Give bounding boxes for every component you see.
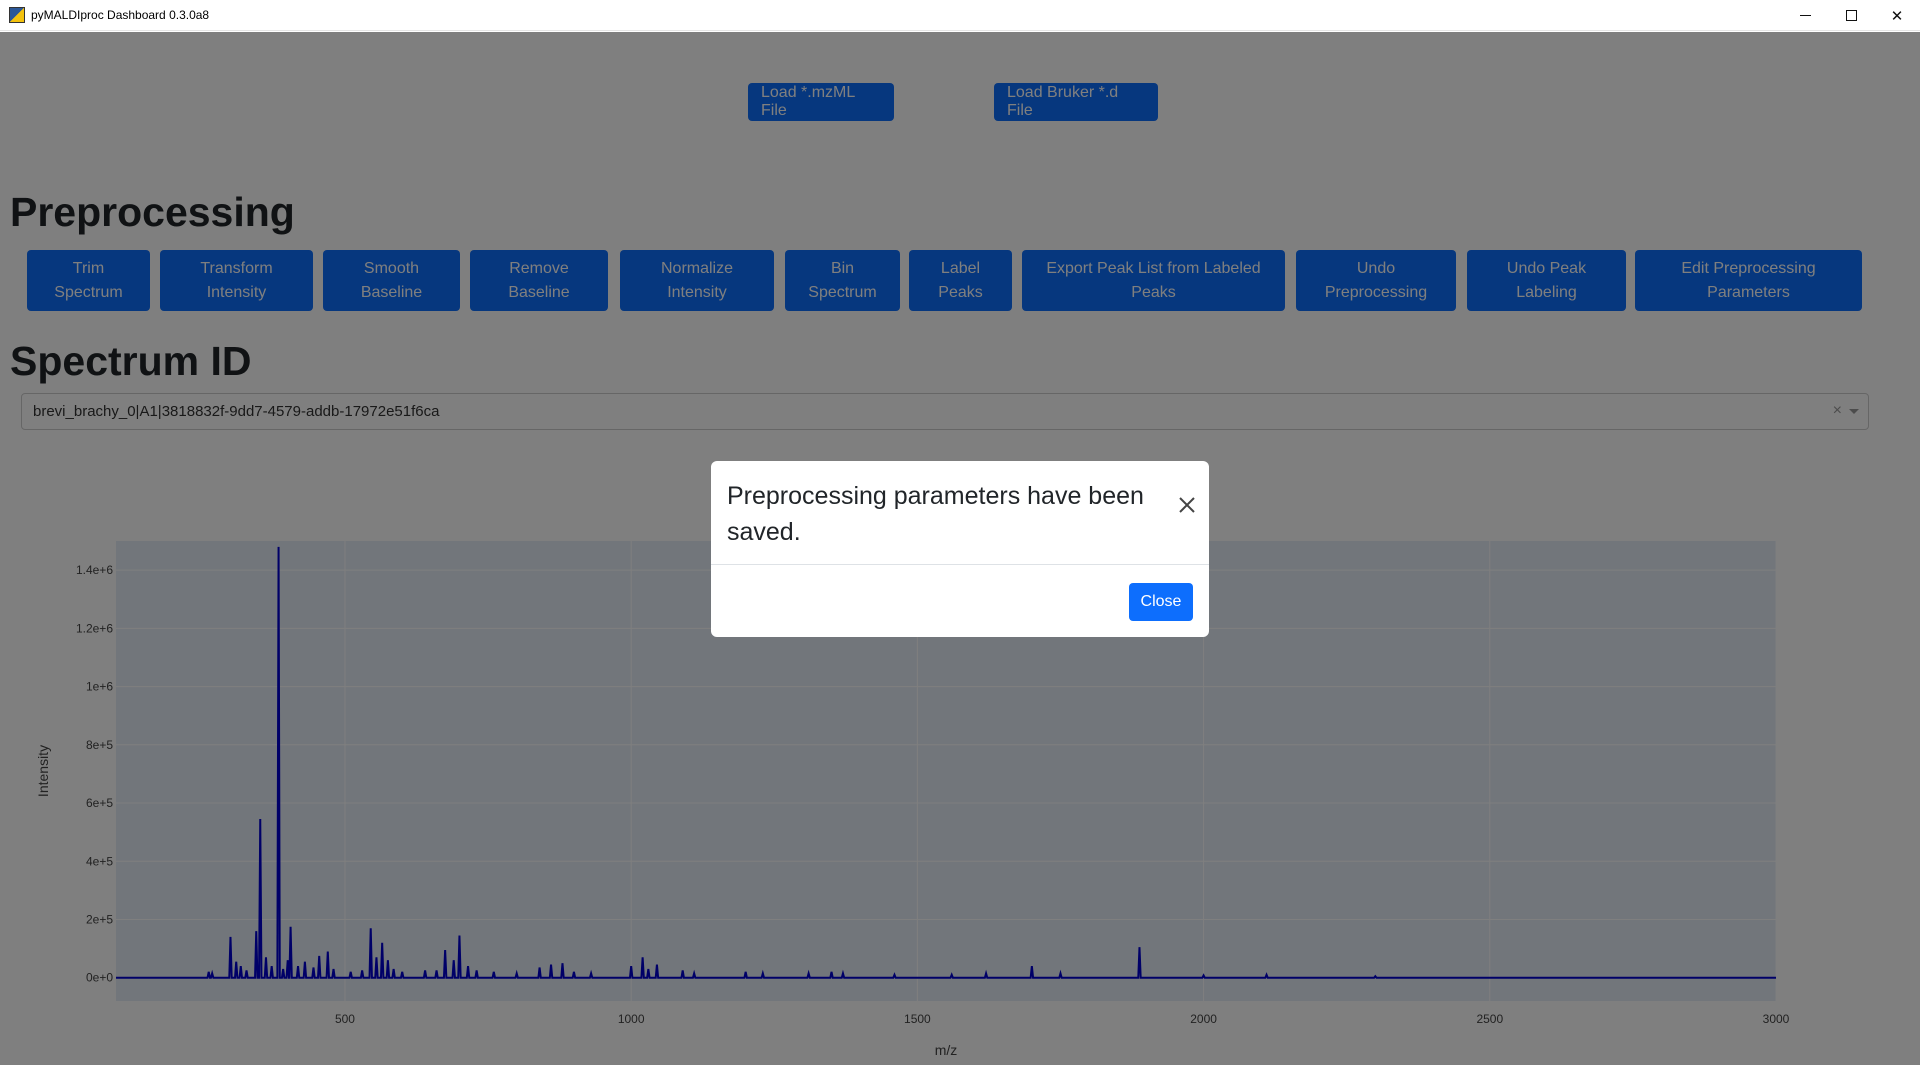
dialog-close-icon[interactable] bbox=[1177, 495, 1197, 515]
maximize-button[interactable] bbox=[1828, 0, 1874, 31]
window-title: pyMALDIproc Dashboard 0.3.0a8 bbox=[31, 8, 210, 22]
saved-dialog: Preprocessing parameters have been saved… bbox=[711, 461, 1209, 637]
dialog-message: Preprocessing parameters have been saved… bbox=[727, 482, 1144, 546]
dialog-divider bbox=[711, 564, 1209, 565]
dialog-close-button[interactable]: Close bbox=[1129, 583, 1193, 621]
app-icon bbox=[9, 7, 25, 23]
maximize-icon bbox=[1845, 10, 1857, 21]
window-close-button[interactable]: ✕ bbox=[1874, 0, 1920, 31]
minimize-icon bbox=[1799, 15, 1811, 16]
close-icon: ✕ bbox=[1890, 7, 1904, 25]
minimize-button[interactable] bbox=[1782, 0, 1828, 31]
window-titlebar: pyMALDIproc Dashboard 0.3.0a8 ✕ bbox=[0, 0, 1920, 31]
